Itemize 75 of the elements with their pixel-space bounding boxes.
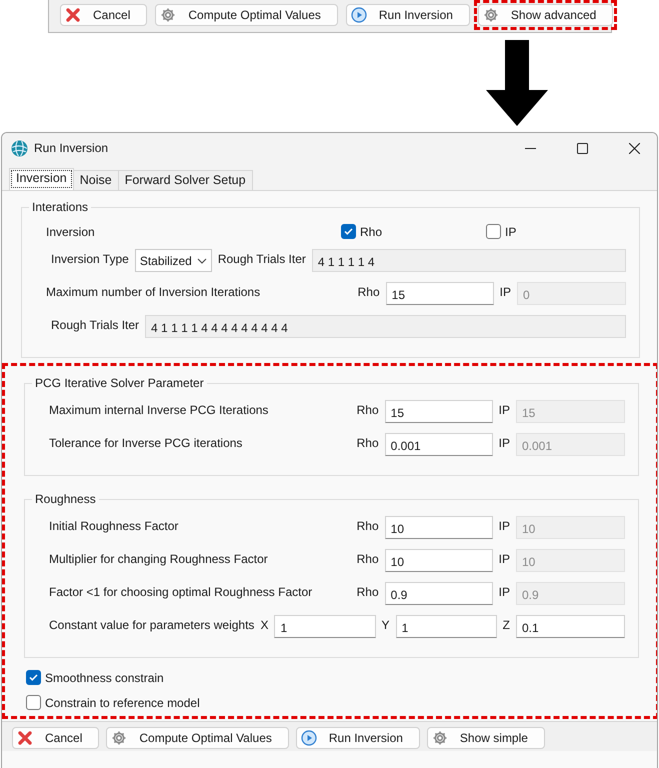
chevron-down-icon bbox=[196, 258, 207, 264]
gear-icon bbox=[160, 7, 176, 23]
input-field[interactable]: 1 bbox=[396, 615, 497, 638]
dropdown[interactable]: Stabilized bbox=[134, 249, 212, 272]
field-label: Y bbox=[382, 617, 390, 632]
close-icon bbox=[628, 142, 640, 154]
field-label: IP bbox=[498, 435, 510, 450]
parameter-label: Inversion bbox=[46, 224, 96, 238]
parameter-label: Tolerance for Inverse PCG iterations bbox=[49, 435, 244, 450]
input-field[interactable]: 10 bbox=[384, 516, 493, 539]
parameter-label: Initial Roughness Factor bbox=[49, 518, 180, 533]
checkbox-label: IP bbox=[505, 224, 516, 238]
field-label: IP bbox=[498, 402, 510, 417]
parameter-label: Factor <1 for choosing optimal Roughness Factor bbox=[49, 584, 314, 599]
input-field[interactable]: 4 1 1 1 1 4 bbox=[312, 249, 626, 272]
input-field[interactable]: 15 bbox=[384, 400, 493, 423]
field-label: X bbox=[260, 617, 268, 632]
input-field[interactable]: 0.9 bbox=[384, 582, 493, 605]
input-field[interactable]: 15 bbox=[386, 282, 494, 305]
window-title: Run Inversion bbox=[34, 141, 110, 155]
input-field[interactable]: 10 bbox=[384, 549, 493, 572]
action-button[interactable]: Compute Optimal Values bbox=[106, 727, 289, 749]
run-button[interactable]: Run Inversion bbox=[296, 727, 420, 749]
globe-icon bbox=[11, 140, 28, 156]
cancel-button[interactable]: Cancel bbox=[12, 727, 100, 749]
field-label: IP bbox=[498, 551, 510, 566]
field-label: Rho bbox=[356, 435, 379, 450]
field-label: Z bbox=[502, 617, 510, 632]
run-button[interactable]: Run Inversion bbox=[346, 4, 470, 26]
play-icon bbox=[300, 730, 317, 746]
gear-icon bbox=[482, 7, 499, 23]
field-label: Rho bbox=[356, 551, 379, 566]
parameter-label: Maximum internal Inverse PCG Iterations bbox=[49, 402, 270, 417]
checkbox[interactable] bbox=[341, 224, 356, 239]
field-label: IP bbox=[498, 584, 510, 599]
field-label: IP bbox=[500, 284, 511, 299]
checkbox[interactable] bbox=[486, 224, 501, 239]
field-label: Rough Trials Iter bbox=[51, 317, 140, 332]
parameter-label: Multiplier for changing Roughness Factor bbox=[49, 551, 269, 566]
action-button[interactable]: Show simple bbox=[426, 727, 545, 749]
input-field[interactable]: 1 bbox=[274, 615, 376, 638]
action-button[interactable]: Compute Optimal Values bbox=[155, 4, 338, 26]
down-arrow-icon bbox=[486, 40, 548, 126]
cancel-button[interactable]: Cancel bbox=[60, 4, 148, 26]
group-title: PCG Iterative Solver Parameter bbox=[34, 376, 205, 390]
gear-icon bbox=[432, 730, 448, 746]
parameter-label: Constant value for parameters weights bbox=[49, 617, 254, 632]
tab[interactable]: Forward Solver Setup bbox=[118, 170, 253, 190]
field-label: Rho bbox=[358, 284, 380, 299]
gear-icon bbox=[111, 730, 128, 746]
checkbox-label: Rho bbox=[360, 224, 382, 238]
input-field[interactable]: 0.1 bbox=[516, 615, 625, 638]
field-label: Rho bbox=[356, 402, 379, 417]
field-label: Rho bbox=[356, 584, 379, 599]
check-icon bbox=[344, 227, 353, 236]
maximize-icon bbox=[576, 142, 588, 154]
checkbox-label: Smoothness constrain bbox=[45, 670, 164, 684]
input-field[interactable]: 4 1 1 1 1 4 4 4 4 4 4 4 4 4 bbox=[145, 315, 626, 338]
field-label: IP bbox=[498, 518, 510, 533]
field-label: Rho bbox=[356, 518, 379, 533]
field-label: Rough Trials Iter bbox=[218, 251, 306, 266]
play-icon bbox=[350, 7, 367, 23]
input-field[interactable]: 0.001 bbox=[384, 433, 493, 456]
checkbox-label: Constrain to reference model bbox=[45, 696, 200, 710]
field-label: Inversion Type bbox=[51, 251, 129, 266]
checkbox[interactable] bbox=[26, 670, 41, 685]
x-icon bbox=[65, 7, 81, 23]
parameter-label: Maximum number of Inversion Iterations bbox=[46, 284, 262, 299]
checkbox[interactable] bbox=[26, 695, 41, 710]
group-title: Interations bbox=[31, 200, 90, 214]
tab[interactable]: Inversion bbox=[9, 168, 74, 190]
action-button[interactable]: Show advanced bbox=[478, 4, 614, 26]
check-icon bbox=[29, 673, 38, 682]
x-icon bbox=[17, 730, 33, 746]
group-title: Roughness bbox=[34, 492, 97, 506]
